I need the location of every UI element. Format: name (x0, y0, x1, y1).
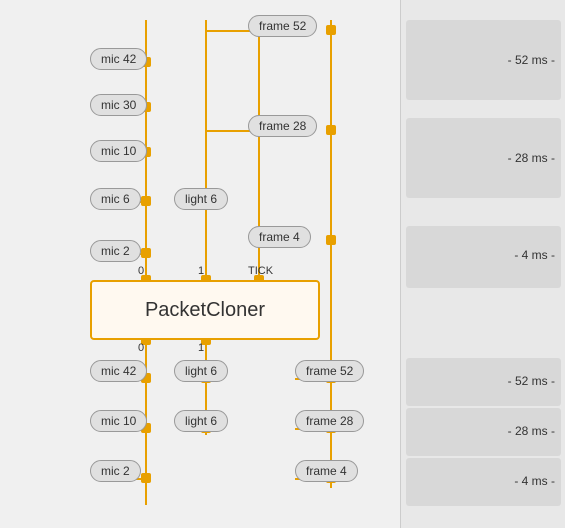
port-label-1-top: 1 (198, 265, 204, 277)
port-label-1-bottom: 1 (198, 342, 204, 354)
timeline-label-52ms-bottom: - 52 ms - (508, 374, 555, 388)
packet-cloner-label: PacketCloner (145, 299, 265, 322)
node-mic10-in[interactable]: mic 10 (90, 140, 147, 162)
node-frame4-in[interactable]: frame 4 (248, 226, 311, 248)
timeline-label-28ms-bottom: - 28 ms - (508, 424, 555, 438)
dot-frame4-240 (326, 235, 336, 245)
node-mic42-in[interactable]: mic 42 (90, 48, 147, 70)
dot-col0-201 (141, 196, 151, 206)
timeline-label-4ms-top: - 4 ms - (514, 248, 555, 262)
node-frame28-in[interactable]: frame 28 (248, 115, 317, 137)
node-frame28-out[interactable]: frame 28 (295, 410, 364, 432)
dot-col0-478 (141, 473, 151, 483)
port-label-tick: TICK (248, 265, 273, 277)
main-container: PacketCloner 0 1 TICK 0 1 mic 42 mic 30 … (0, 0, 565, 528)
node-frame52-in[interactable]: frame 52 (248, 15, 317, 37)
node-frame4-out[interactable]: frame 4 (295, 460, 358, 482)
node-mic30-in[interactable]: mic 30 (90, 94, 147, 116)
node-mic2-out[interactable]: mic 2 (90, 460, 141, 482)
node-mic2-in[interactable]: mic 2 (90, 240, 141, 262)
line-frame4out-v (330, 230, 332, 488)
node-light6-out1[interactable]: light 6 (174, 360, 228, 382)
timeline-label-28ms-top: - 28 ms - (508, 151, 555, 165)
line-frame52-h (205, 30, 255, 32)
node-mic6-in[interactable]: mic 6 (90, 188, 141, 210)
timeline-label-52ms-top: - 52 ms - (508, 53, 555, 67)
line-frame28-h (205, 130, 255, 132)
timeline-area: - 52 ms - - 28 ms - - 4 ms - - 52 ms - -… (400, 0, 565, 528)
port-label-0-top: 0 (138, 265, 144, 277)
timeline-label-4ms-bottom: - 4 ms - (514, 474, 555, 488)
node-mic42-out[interactable]: mic 42 (90, 360, 147, 382)
port-label-0-bottom: 0 (138, 342, 144, 354)
node-light6-in[interactable]: light 6 (174, 188, 228, 210)
line-col1-in (205, 20, 207, 280)
packet-cloner-box: PacketCloner (90, 280, 320, 340)
node-mic10-out[interactable]: mic 10 (90, 410, 147, 432)
node-frame52-out[interactable]: frame 52 (295, 360, 364, 382)
diagram-area: PacketCloner 0 1 TICK 0 1 mic 42 mic 30 … (0, 0, 400, 528)
node-light6-out2[interactable]: light 6 (174, 410, 228, 432)
dot-frame28-130 (326, 125, 336, 135)
dot-col0-253 (141, 248, 151, 258)
dot-frame52-30 (326, 25, 336, 35)
